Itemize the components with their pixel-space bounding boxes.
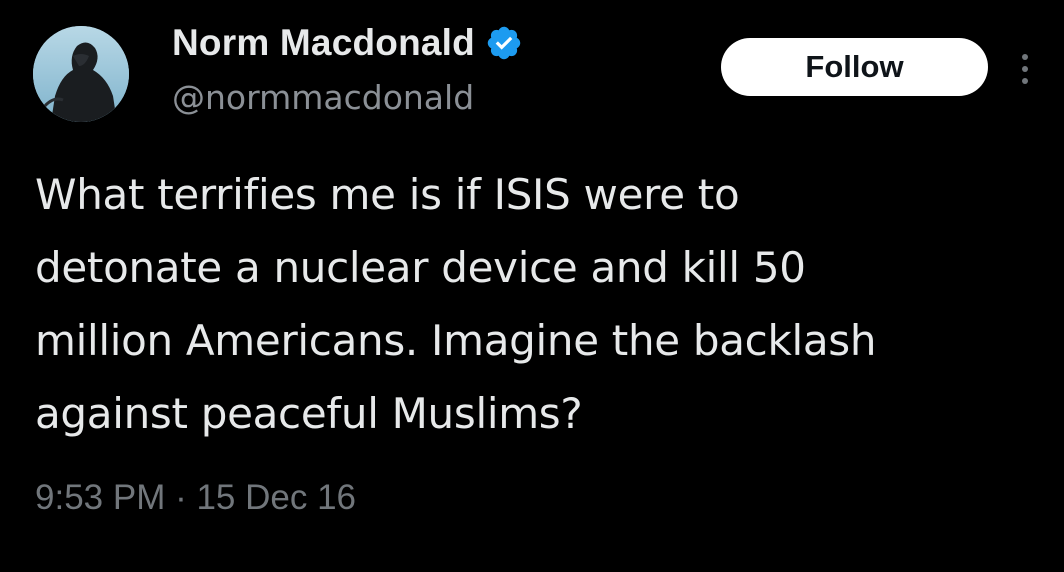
verified-badge-icon [485,24,523,62]
avatar-image [33,26,129,122]
ellipsis-dot [1022,54,1028,60]
tweet-timestamp[interactable]: 9:53 PM · 15 Dec 16 [35,478,356,518]
ellipsis-dot [1022,66,1028,72]
tweet-card: Norm Macdonald @normmacdonald Follow Wha… [0,0,1064,572]
author-name-row: Norm Macdonald [172,22,523,64]
avatar[interactable] [33,26,129,122]
author-handle[interactable]: @normmacdonald [172,78,474,117]
follow-button[interactable]: Follow [721,38,988,96]
ellipsis-dot [1022,78,1028,84]
tweet-text: What terrifies me is if ISIS were to det… [35,170,877,438]
author-display-name[interactable]: Norm Macdonald [172,22,475,64]
vertical-ellipsis-icon[interactable] [1010,44,1040,94]
